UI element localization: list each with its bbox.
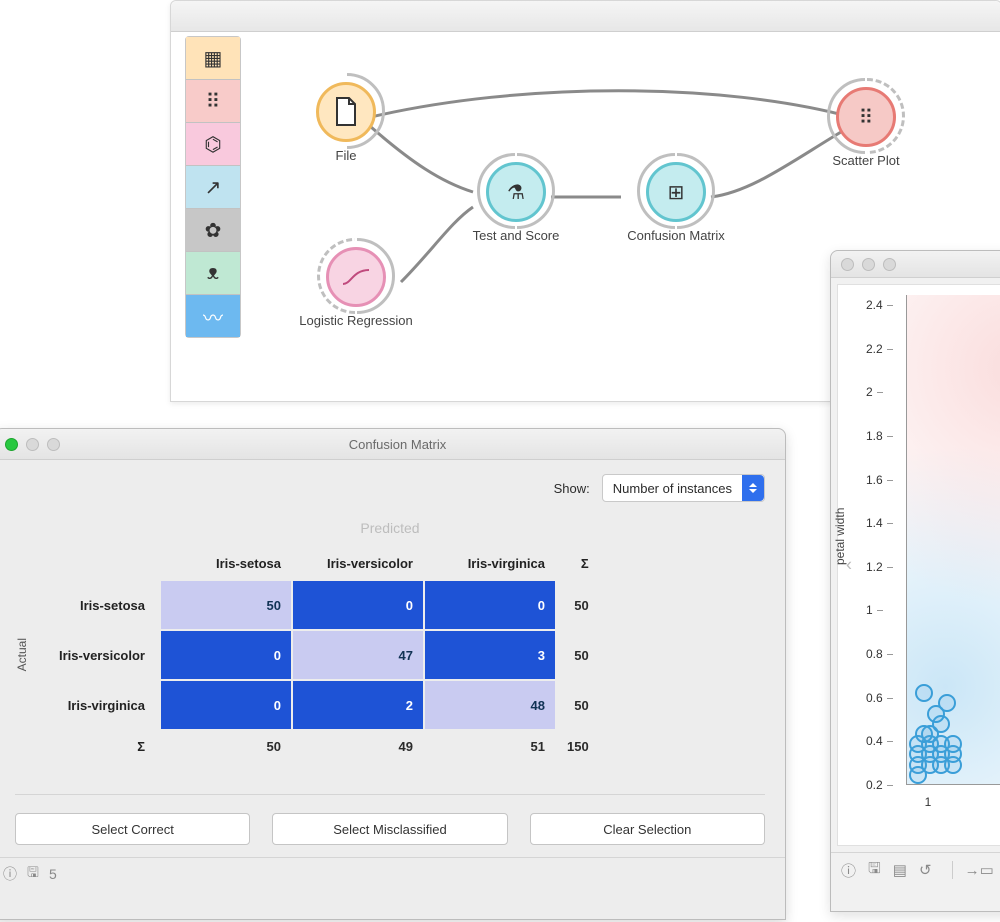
matrix-cell[interactable]: 0 — [161, 631, 291, 679]
window-traffic-lights — [841, 258, 896, 271]
info-icon[interactable]: ⓘ — [841, 860, 856, 881]
predicted-header: Predicted — [15, 520, 765, 536]
row-header[interactable]: Iris-virginica — [49, 681, 159, 729]
col-header[interactable]: Iris-setosa — [161, 548, 291, 579]
node-label: Confusion Matrix — [611, 228, 741, 243]
grand-total: 150 — [557, 731, 599, 762]
y-tick: 0.8 — [866, 647, 883, 661]
matrix-cell[interactable]: 3 — [425, 631, 555, 679]
y-tick: 1.2 — [866, 560, 883, 574]
matrix-cell[interactable]: 2 — [293, 681, 423, 729]
select-misclassified-button[interactable]: Select Misclassified — [272, 813, 507, 845]
y-tick: 1.6 — [866, 473, 883, 487]
plot-background — [906, 295, 1000, 785]
matrix-cell[interactable]: 0 — [293, 581, 423, 629]
matrix-cell[interactable]: 0 — [425, 581, 555, 629]
y-tick: 2.4 — [866, 298, 883, 312]
row-sigma: Σ — [49, 731, 159, 762]
row-header[interactable]: Iris-setosa — [49, 581, 159, 629]
data-point[interactable] — [927, 705, 945, 723]
chevron-updown-icon — [742, 475, 764, 501]
node-logistic-regression[interactable]: Logistic Regression — [291, 247, 421, 328]
col-header[interactable]: Iris-virginica — [425, 548, 555, 579]
node-confusion-matrix[interactable]: ⊞ Confusion Matrix — [611, 162, 741, 243]
zoom-icon[interactable] — [883, 258, 896, 271]
matrix-cell[interactable]: 47 — [293, 631, 423, 679]
save-icon[interactable]: 🖫 — [27, 862, 39, 886]
node-label: File — [281, 148, 411, 163]
x-axis — [906, 784, 1000, 785]
matrix-cell[interactable]: 0 — [161, 681, 291, 729]
col-header[interactable]: Iris-versicolor — [293, 548, 423, 579]
report-icon[interactable]: ▤ — [893, 861, 907, 879]
node-scatter-plot[interactable]: ⠿ Scatter Plot — [801, 87, 931, 168]
data-point[interactable] — [944, 735, 962, 753]
node-test-and-score[interactable]: ⚗︎ Test and Score — [451, 162, 581, 243]
x-tick: 1 — [925, 795, 932, 809]
matrix-cell[interactable]: 50 — [161, 581, 291, 629]
canvas-titlebar[interactable] — [171, 1, 1000, 32]
output-count: 5 — [49, 866, 57, 882]
minimize-icon[interactable] — [862, 258, 875, 271]
cm-footer: ⓘ 🖫 5 — [0, 857, 785, 890]
info-icon[interactable]: ⓘ — [3, 864, 17, 884]
minimize-icon[interactable] — [26, 438, 39, 451]
actual-header: Actual — [15, 638, 29, 671]
input-icon[interactable]: →▭ — [965, 861, 994, 879]
node-label: Logistic Regression — [291, 313, 421, 328]
col-sum: 50 — [161, 731, 291, 762]
confusion-table: Iris-setosa Iris-versicolor Iris-virgini… — [47, 546, 601, 764]
col-header-sigma: Σ — [557, 548, 599, 579]
row-sum: 50 — [557, 631, 599, 679]
y-axis-label: petal width — [833, 508, 847, 565]
confusion-matrix-window: Confusion Matrix Show: Number of instanc… — [0, 428, 786, 920]
close-icon[interactable] — [5, 438, 18, 451]
y-tick: 2 — [866, 385, 873, 399]
col-sum: 51 — [425, 731, 555, 762]
zoom-icon[interactable] — [47, 438, 60, 451]
y-tick: 1.4 — [866, 516, 883, 530]
data-point[interactable] — [915, 684, 933, 702]
cm-titlebar[interactable]: Confusion Matrix — [0, 429, 785, 460]
row-header[interactable]: Iris-versicolor — [49, 631, 159, 679]
select-correct-button[interactable]: Select Correct — [15, 813, 250, 845]
show-select-value: Number of instances — [613, 481, 732, 496]
y-tick: 1.8 — [866, 429, 883, 443]
sp-titlebar[interactable] — [831, 251, 1000, 278]
data-point[interactable] — [915, 725, 933, 743]
matrix-cell[interactable]: 48 — [425, 681, 555, 729]
y-tick: 2.2 — [866, 342, 883, 356]
data-point[interactable] — [909, 766, 927, 784]
reset-icon[interactable]: ↺ — [919, 861, 932, 879]
save-icon[interactable]: 🖫 — [868, 858, 881, 883]
scatter-plot-area[interactable]: ‹ petal width 2.42.221.81.61.41.210.80.6… — [837, 284, 1000, 846]
window-title: Confusion Matrix — [60, 437, 735, 452]
node-label: Test and Score — [451, 228, 581, 243]
node-label: Scatter Plot — [801, 153, 931, 168]
show-label: Show: — [554, 481, 590, 496]
y-tick: 0.2 — [866, 778, 883, 792]
window-traffic-lights — [5, 438, 60, 451]
y-axis — [906, 295, 907, 785]
close-icon[interactable] — [841, 258, 854, 271]
row-sum: 50 — [557, 581, 599, 629]
col-sum: 49 — [293, 731, 423, 762]
clear-selection-button[interactable]: Clear Selection — [530, 813, 765, 845]
sp-footer: ⓘ 🖫 ▤ ↺ →▭ — [831, 852, 1000, 887]
y-tick: 0.4 — [866, 734, 883, 748]
y-tick: 1 — [866, 603, 873, 617]
y-tick: 0.6 — [866, 691, 883, 705]
node-file[interactable]: File — [281, 82, 411, 163]
row-sum: 50 — [557, 681, 599, 729]
show-select[interactable]: Number of instances — [602, 474, 765, 502]
scatter-plot-window: ‹ petal width 2.42.221.81.61.41.210.80.6… — [830, 250, 1000, 912]
